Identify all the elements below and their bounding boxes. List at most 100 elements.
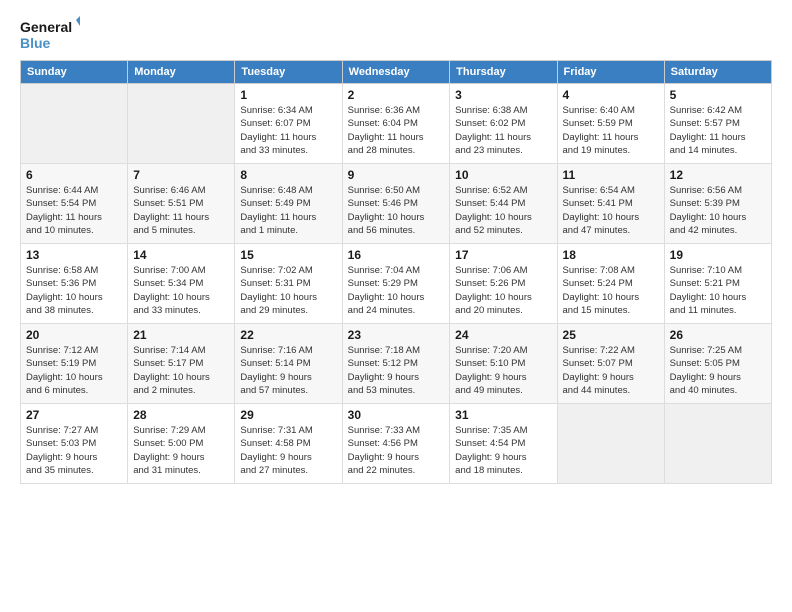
calendar-week-row: 13 Sunrise: 6:58 AM Sunset: 5:36 PM Dayli… — [21, 244, 772, 324]
day-number: 20 — [26, 328, 122, 342]
weekday-header: Sunday — [21, 61, 128, 84]
day-number: 30 — [348, 408, 445, 422]
day-number: 21 — [133, 328, 229, 342]
calendar-cell: 24 Sunrise: 7:20 AM Sunset: 5:10 PM Dayli… — [450, 324, 557, 404]
calendar-cell — [557, 404, 664, 484]
day-number: 1 — [240, 88, 336, 102]
calendar-cell: 20 Sunrise: 7:12 AM Sunset: 5:19 PM Dayli… — [21, 324, 128, 404]
day-number: 27 — [26, 408, 122, 422]
calendar-cell: 23 Sunrise: 7:18 AM Sunset: 5:12 PM Dayli… — [342, 324, 450, 404]
day-info: Sunrise: 6:38 AM Sunset: 6:02 PM Dayligh… — [455, 104, 551, 157]
day-number: 23 — [348, 328, 445, 342]
day-number: 3 — [455, 88, 551, 102]
day-number: 9 — [348, 168, 445, 182]
svg-text:Blue: Blue — [20, 35, 51, 51]
calendar-cell: 10 Sunrise: 6:52 AM Sunset: 5:44 PM Dayli… — [450, 164, 557, 244]
weekday-header: Friday — [557, 61, 664, 84]
calendar-cell: 30 Sunrise: 7:33 AM Sunset: 4:56 PM Dayli… — [342, 404, 450, 484]
day-info: Sunrise: 7:35 AM Sunset: 4:54 PM Dayligh… — [455, 424, 551, 477]
calendar-week-row: 6 Sunrise: 6:44 AM Sunset: 5:54 PM Daylig… — [21, 164, 772, 244]
day-info: Sunrise: 7:22 AM Sunset: 5:07 PM Dayligh… — [563, 344, 659, 397]
day-info: Sunrise: 6:48 AM Sunset: 5:49 PM Dayligh… — [240, 184, 336, 237]
page: General Blue SundayMondayTuesdayWednesda… — [0, 0, 792, 612]
calendar-cell: 11 Sunrise: 6:54 AM Sunset: 5:41 PM Dayli… — [557, 164, 664, 244]
calendar-cell: 22 Sunrise: 7:16 AM Sunset: 5:14 PM Dayli… — [235, 324, 342, 404]
day-info: Sunrise: 7:25 AM Sunset: 5:05 PM Dayligh… — [670, 344, 766, 397]
day-info: Sunrise: 7:00 AM Sunset: 5:34 PM Dayligh… — [133, 264, 229, 317]
calendar-cell: 31Sunrise: 7:35 AM Sunset: 4:54 PM Dayli… — [450, 404, 557, 484]
day-info: Sunrise: 6:34 AM Sunset: 6:07 PM Dayligh… — [240, 104, 336, 157]
calendar-cell: 2Sunrise: 6:36 AM Sunset: 6:04 PM Daylig… — [342, 84, 450, 164]
calendar-cell: 14 Sunrise: 7:00 AM Sunset: 5:34 PM Dayli… — [128, 244, 235, 324]
day-info: Sunrise: 7:06 AM Sunset: 5:26 PM Dayligh… — [455, 264, 551, 317]
day-info: Sunrise: 7:02 AM Sunset: 5:31 PM Dayligh… — [240, 264, 336, 317]
day-info: Sunrise: 7:29 AM Sunset: 5:00 PM Dayligh… — [133, 424, 229, 477]
calendar-table: SundayMondayTuesdayWednesdayThursdayFrid… — [20, 60, 772, 484]
day-info: Sunrise: 6:54 AM Sunset: 5:41 PM Dayligh… — [563, 184, 659, 237]
calendar-cell: 8 Sunrise: 6:48 AM Sunset: 5:49 PM Daylig… — [235, 164, 342, 244]
calendar-cell — [664, 404, 771, 484]
day-number: 12 — [670, 168, 766, 182]
day-info: Sunrise: 7:20 AM Sunset: 5:10 PM Dayligh… — [455, 344, 551, 397]
weekday-header: Saturday — [664, 61, 771, 84]
day-info: Sunrise: 6:52 AM Sunset: 5:44 PM Dayligh… — [455, 184, 551, 237]
day-number: 24 — [455, 328, 551, 342]
day-number: 5 — [670, 88, 766, 102]
weekday-header: Thursday — [450, 61, 557, 84]
day-number: 26 — [670, 328, 766, 342]
day-info: Sunrise: 6:44 AM Sunset: 5:54 PM Dayligh… — [26, 184, 122, 237]
calendar-cell: 16Sunrise: 7:04 AM Sunset: 5:29 PM Dayli… — [342, 244, 450, 324]
day-number: 6 — [26, 168, 122, 182]
day-number: 18 — [563, 248, 659, 262]
day-number: 8 — [240, 168, 336, 182]
day-info: Sunrise: 6:58 AM Sunset: 5:36 PM Dayligh… — [26, 264, 122, 317]
header: General Blue — [20, 16, 772, 52]
logo-svg: General Blue — [20, 16, 80, 52]
calendar-cell: 9 Sunrise: 6:50 AM Sunset: 5:46 PM Daylig… — [342, 164, 450, 244]
day-info: Sunrise: 7:04 AM Sunset: 5:29 PM Dayligh… — [348, 264, 445, 317]
day-info: Sunrise: 6:40 AM Sunset: 5:59 PM Dayligh… — [563, 104, 659, 157]
day-info: Sunrise: 7:31 AM Sunset: 4:58 PM Dayligh… — [240, 424, 336, 477]
day-number: 15 — [240, 248, 336, 262]
weekday-header: Wednesday — [342, 61, 450, 84]
calendar-cell: 5 Sunrise: 6:42 AM Sunset: 5:57 PM Daylig… — [664, 84, 771, 164]
day-number: 13 — [26, 248, 122, 262]
calendar-cell: 28 Sunrise: 7:29 AM Sunset: 5:00 PM Dayli… — [128, 404, 235, 484]
calendar-header-row: SundayMondayTuesdayWednesdayThursdayFrid… — [21, 61, 772, 84]
day-number: 4 — [563, 88, 659, 102]
day-number: 11 — [563, 168, 659, 182]
day-info: Sunrise: 7:27 AM Sunset: 5:03 PM Dayligh… — [26, 424, 122, 477]
calendar-week-row: 27 Sunrise: 7:27 AM Sunset: 5:03 PM Dayli… — [21, 404, 772, 484]
day-number: 29 — [240, 408, 336, 422]
day-info: Sunrise: 7:16 AM Sunset: 5:14 PM Dayligh… — [240, 344, 336, 397]
day-number: 25 — [563, 328, 659, 342]
day-info: Sunrise: 6:50 AM Sunset: 5:46 PM Dayligh… — [348, 184, 445, 237]
calendar-cell: 1 Sunrise: 6:34 AM Sunset: 6:07 PM Daylig… — [235, 84, 342, 164]
calendar-week-row: 20 Sunrise: 7:12 AM Sunset: 5:19 PM Dayli… — [21, 324, 772, 404]
day-number: 2 — [348, 88, 445, 102]
weekday-header: Monday — [128, 61, 235, 84]
weekday-header: Tuesday — [235, 61, 342, 84]
calendar-cell: 25 Sunrise: 7:22 AM Sunset: 5:07 PM Dayli… — [557, 324, 664, 404]
calendar-cell: 12Sunrise: 6:56 AM Sunset: 5:39 PM Dayli… — [664, 164, 771, 244]
day-info: Sunrise: 7:18 AM Sunset: 5:12 PM Dayligh… — [348, 344, 445, 397]
day-info: Sunrise: 7:33 AM Sunset: 4:56 PM Dayligh… — [348, 424, 445, 477]
day-number: 28 — [133, 408, 229, 422]
day-info: Sunrise: 7:12 AM Sunset: 5:19 PM Dayligh… — [26, 344, 122, 397]
day-info: Sunrise: 6:46 AM Sunset: 5:51 PM Dayligh… — [133, 184, 229, 237]
logo: General Blue — [20, 16, 80, 52]
calendar-cell: 17Sunrise: 7:06 AM Sunset: 5:26 PM Dayli… — [450, 244, 557, 324]
day-info: Sunrise: 7:14 AM Sunset: 5:17 PM Dayligh… — [133, 344, 229, 397]
day-number: 7 — [133, 168, 229, 182]
calendar-cell: 18Sunrise: 7:08 AM Sunset: 5:24 PM Dayli… — [557, 244, 664, 324]
calendar-cell: 26 Sunrise: 7:25 AM Sunset: 5:05 PM Dayli… — [664, 324, 771, 404]
calendar-week-row: 1 Sunrise: 6:34 AM Sunset: 6:07 PM Daylig… — [21, 84, 772, 164]
day-number: 10 — [455, 168, 551, 182]
day-number: 22 — [240, 328, 336, 342]
day-info: Sunrise: 7:10 AM Sunset: 5:21 PM Dayligh… — [670, 264, 766, 317]
calendar-cell: 15 Sunrise: 7:02 AM Sunset: 5:31 PM Dayli… — [235, 244, 342, 324]
calendar-cell: 29 Sunrise: 7:31 AM Sunset: 4:58 PM Dayli… — [235, 404, 342, 484]
calendar-cell: 13 Sunrise: 6:58 AM Sunset: 5:36 PM Dayli… — [21, 244, 128, 324]
day-info: Sunrise: 6:42 AM Sunset: 5:57 PM Dayligh… — [670, 104, 766, 157]
day-number: 14 — [133, 248, 229, 262]
